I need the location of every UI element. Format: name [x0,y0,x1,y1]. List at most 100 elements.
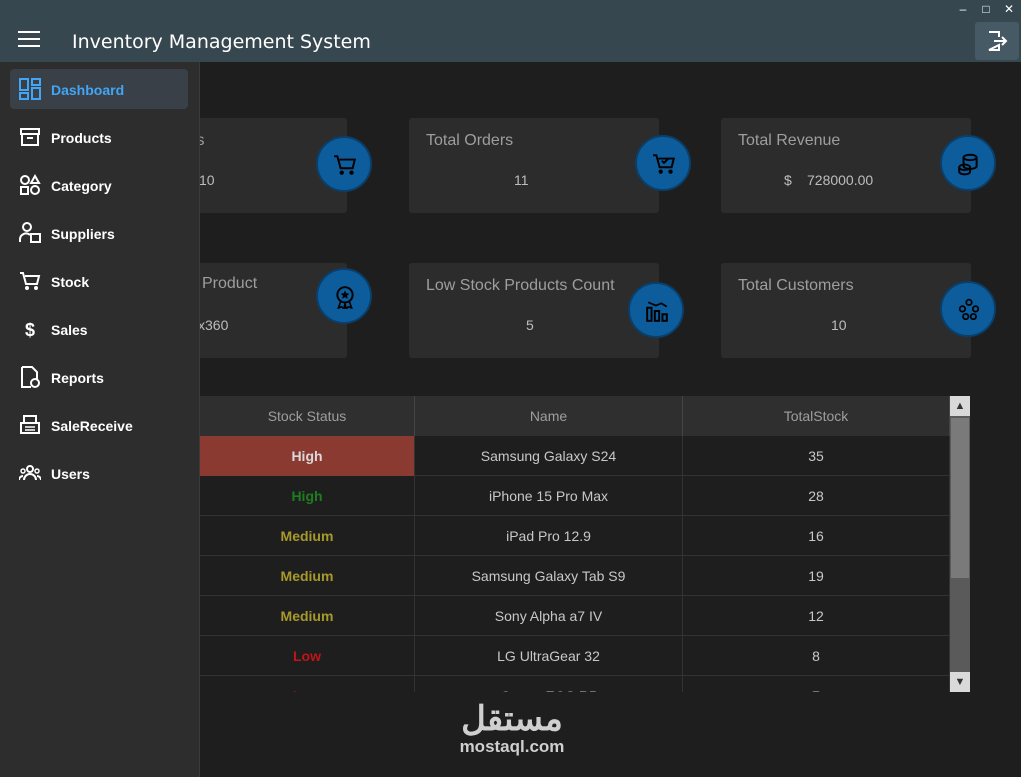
product-name-cell: Samsung Galaxy Tab S9 [415,556,683,596]
sidebar-item-label: Suppliers [51,226,115,242]
archive-icon [20,128,40,146]
total-customers-card: Total Customers 10 [721,263,996,358]
stock-status-cell: Medium [200,596,415,636]
dollar-icon: $ [25,320,35,340]
card-icon-circle [635,135,691,191]
coins-icon [958,153,978,176]
card-icon-circle [940,281,996,337]
card-title: Low Stock Products Count [426,277,615,294]
card-title: Total Orders [426,132,514,149]
card-value: 10 [831,317,847,333]
sidebar-item-reports[interactable]: Reports [10,357,188,397]
table-row[interactable]: LowCanon EOS R57 [200,676,950,692]
card-value: 728000.00 [807,172,874,188]
table-row[interactable]: Medium iPad Pro 12.9 16 [200,516,950,556]
table-scrollbar[interactable]: ▲ ▼ [950,396,970,692]
table-row[interactable]: Medium Sony Alpha a7 IV 12 [200,596,950,636]
column-header[interactable]: TotalStock [683,396,950,436]
product-name-cell: Samsung Galaxy S24 [415,436,683,476]
dashboard-icon [19,78,41,100]
total-stock-cell: 8 [683,636,950,676]
sidebar-item-category[interactable]: Category [10,165,188,205]
total-stock-cell: 7 [683,676,950,692]
maximize-button[interactable]: □ [979,2,993,16]
sidebar-item-label: Category [51,178,112,194]
minimize-button[interactable]: ‒ [956,2,970,16]
stock-status-cell: High [200,476,415,516]
column-header[interactable]: Stock Status [200,396,415,436]
stock-status-cell: Medium [200,556,415,596]
close-button[interactable]: ✕ [1002,2,1016,16]
scroll-thumb[interactable] [951,418,969,578]
report-icon [21,366,40,388]
users-icon [19,465,41,481]
table-row[interactable]: High iPhone 15 Pro Max 28 [200,476,950,516]
total-stock-cell: 35 [683,436,950,476]
card-icon-circle [628,282,684,338]
logout-button[interactable] [975,22,1019,60]
scroll-down-button[interactable]: ▼ [950,672,970,692]
table-header: Stock Status Name TotalStock [200,396,950,436]
sidebar-item-label: Reports [51,370,104,386]
stock-status-cell: Low [200,636,415,676]
shapes-icon [20,174,41,195]
watermark-latin: mostaql.com [459,737,565,756]
total-stock-cell: 19 [683,556,950,596]
chart-down-icon [646,301,668,322]
stock-status-cell: Medium [200,516,415,556]
title-bar: Inventory Management System ‒ □ ✕ [0,0,1021,62]
card-value: 5 [526,317,534,333]
order-check-icon [653,154,676,174]
table-row[interactable]: High Samsung Galaxy S24 35 [200,436,950,476]
card-icon-circle [316,136,372,192]
supplier-icon [19,222,41,243]
logout-icon [988,31,1008,51]
sidebar-item-label: Products [51,130,112,146]
product-name-cell: Canon EOS R5 [415,676,683,692]
card-title: Product [202,275,258,292]
sidebar-item-sales[interactable]: $ Sales [10,309,188,349]
sidebar-item-suppliers[interactable]: Suppliers [10,213,188,253]
table-row[interactable]: Medium Samsung Galaxy Tab S9 19 [200,556,950,596]
stock-status-cell: Low [200,676,415,692]
column-header[interactable]: Name [415,396,683,436]
svg-text:$: $ [25,320,35,340]
total-revenue-card: Total Revenue $ 728000.00 [721,118,996,213]
scroll-up-button[interactable]: ▲ [950,396,970,416]
sidebar-item-label: Users [51,466,90,482]
total-stock-cell: 16 [683,516,950,556]
sidebar-item-dashboard[interactable]: Dashboard [10,69,188,109]
sidebar-item-label: Stock [51,274,90,290]
card-value: 10 [199,172,215,188]
product-name-cell: Sony Alpha a7 IV [415,596,683,636]
table-row[interactable]: Low LG UltraGear 32 8 [200,636,950,676]
currency-symbol: $ [784,172,792,188]
card-icon-circle [940,135,996,191]
card-icon-circle [316,268,372,324]
card-value: x360 [198,317,229,333]
sidebar-item-products[interactable]: Products [10,117,188,157]
sidebar-item-label: Dashboard [51,82,125,98]
product-name-cell: iPad Pro 12.9 [415,516,683,556]
customers-icon [958,298,980,321]
sidebar: Dashboard Products Category Suppliers St… [0,62,200,777]
cart-icon [20,272,41,290]
sidebar-item-salereceive[interactable]: SaleReceive [10,405,188,445]
sidebar-item-stock[interactable]: Stock [10,261,188,301]
product-name-cell: iPhone 15 Pro Max [415,476,683,516]
total-stock-cell: 12 [683,596,950,636]
sidebar-item-label: Sales [51,322,88,338]
watermark-arabic: مستقل [461,700,563,738]
stock-status-cell: High [200,436,415,476]
menu-toggle-button[interactable] [18,31,40,49]
card-value: 11 [514,172,529,188]
badge-icon [336,286,354,309]
watermark-logo: مستقل mostaql.com [447,700,577,756]
total-stock-cell: 28 [683,476,950,516]
sidebar-item-users[interactable]: Users [10,453,188,493]
total-orders-card: Total Orders 11 [409,118,691,213]
card-title: Total Customers [738,277,854,294]
register-icon [20,415,40,434]
stock-table: Stock Status Name TotalStock High Samsung… [200,396,950,692]
card-title: Total Revenue [738,132,841,149]
